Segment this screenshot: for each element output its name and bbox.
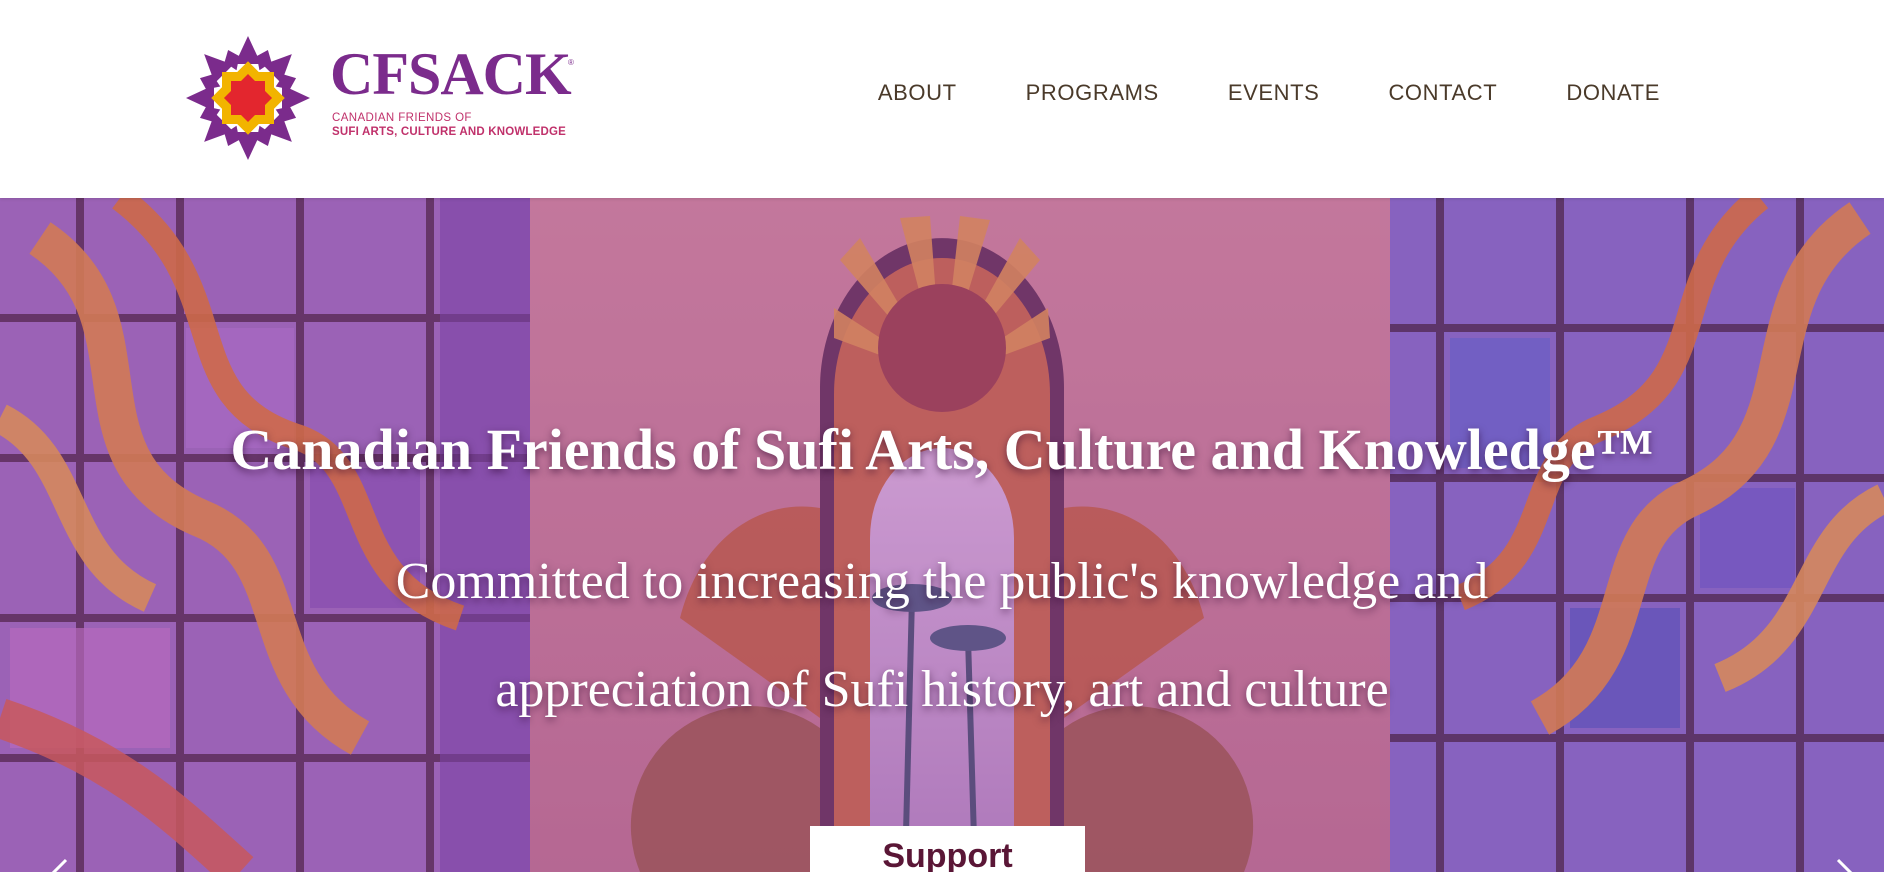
hero-slider: Canadian Friends of Sufi Arts, Culture a… bbox=[0, 198, 1884, 872]
main-nav: ABOUT PROGRAMS EVENTS CONTACT DONATE bbox=[878, 78, 1660, 108]
site-header: CFSACK ® CANADIAN FRIENDS OF SUFI ARTS, … bbox=[0, 0, 1884, 198]
nav-item-contact[interactable]: CONTACT bbox=[1388, 78, 1497, 108]
chevron-right-icon[interactable] bbox=[1824, 854, 1864, 872]
logo-wordmark: CFSACK bbox=[330, 41, 572, 107]
logo-tagline-top: CANADIAN FRIENDS OF bbox=[332, 112, 472, 124]
nav-item-about[interactable]: ABOUT bbox=[878, 78, 957, 108]
nav-item-programs[interactable]: PROGRAMS bbox=[1026, 78, 1159, 108]
hero-subtitle: Committed to increasing the public's kno… bbox=[395, 553, 1489, 718]
nav-item-events[interactable]: EVENTS bbox=[1228, 78, 1320, 108]
hero-title: Canadian Friends of Sufi Arts, Culture a… bbox=[230, 416, 1654, 482]
support-button[interactable]: Support bbox=[810, 826, 1085, 872]
site-logo[interactable]: CFSACK ® CANADIAN FRIENDS OF SUFI ARTS, … bbox=[186, 36, 586, 161]
star-mandala-logo-icon bbox=[186, 36, 310, 160]
chevron-left-icon[interactable] bbox=[40, 854, 80, 872]
logo-tagline-bottom: SUFI ARTS, CULTURE AND KNOWLEDGE bbox=[332, 126, 567, 138]
registered-mark: ® bbox=[568, 58, 574, 67]
nav-item-donate[interactable]: DONATE bbox=[1566, 78, 1660, 108]
